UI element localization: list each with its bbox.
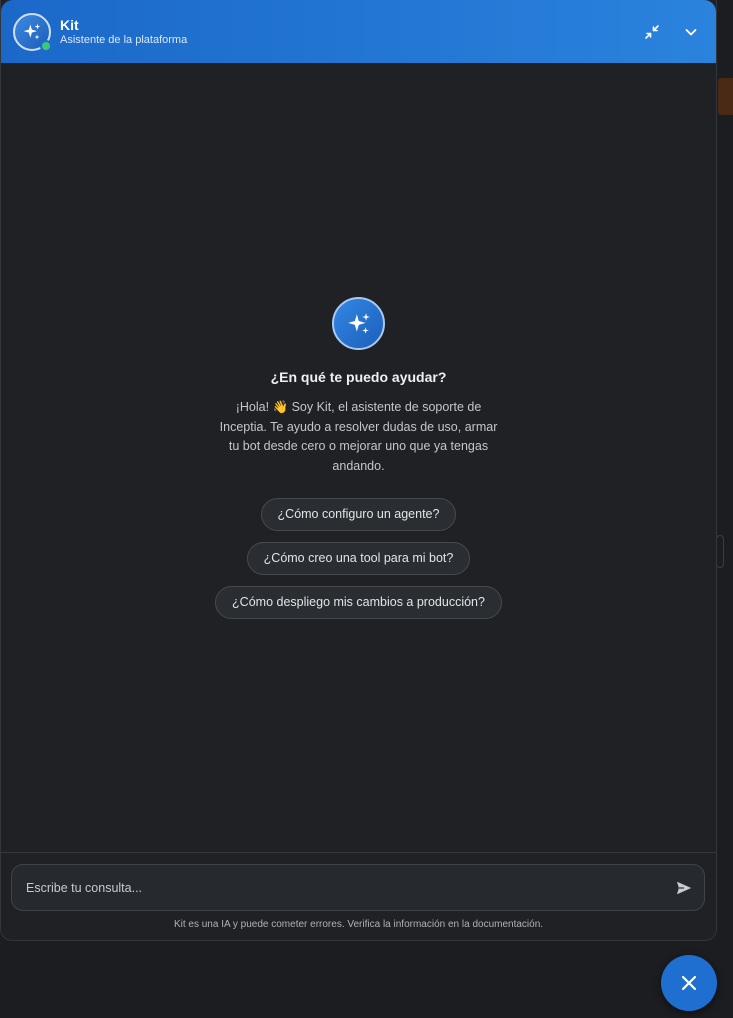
chat-panel: Kit Asistente de la plataforma ¿En qué t… [0, 0, 717, 941]
close-icon [681, 975, 697, 991]
collapse-arrows-icon [645, 25, 659, 39]
chat-composer: Kit es una IA y puede cometer errores. V… [1, 852, 716, 940]
header-title-block: Kit Asistente de la plataforma [60, 17, 187, 47]
chat-header: Kit Asistente de la plataforma [1, 0, 716, 63]
send-icon [677, 881, 691, 894]
background-control-edge [716, 535, 724, 568]
background-panel-edge [718, 78, 733, 115]
close-chat-fab[interactable] [661, 955, 717, 1011]
message-input[interactable] [12, 865, 664, 910]
collapse-chat-button[interactable] [678, 19, 704, 45]
online-status-dot [40, 39, 52, 52]
assistant-subtitle: Asistente de la plataforma [60, 33, 188, 46]
chat-body: ¿En qué te puedo ayudar? ¡Hola! 👋 Soy Ki… [1, 63, 716, 852]
suggestion-chip[interactable]: ¿Cómo creo una tool para mi bot? [246, 542, 471, 575]
assistant-avatar [13, 12, 52, 52]
ai-disclaimer: Kit es una IA y puede cometer errores. V… [173, 919, 544, 930]
minimize-button[interactable] [639, 19, 665, 45]
chevron-down-icon [685, 29, 697, 36]
message-input-wrapper [11, 864, 705, 911]
welcome-heading: ¿En qué te puedo ayudar? [270, 369, 447, 385]
suggestion-chip[interactable]: ¿Cómo configuro un agente? [260, 498, 457, 531]
suggestion-list: ¿Cómo configuro un agente? ¿Cómo creo un… [215, 498, 502, 619]
welcome-intro: ¡Hola! 👋 Soy Kit, el asistente de soport… [219, 400, 498, 473]
assistant-name: Kit [60, 16, 79, 33]
welcome-avatar [332, 297, 385, 350]
sparkles-icon [23, 23, 41, 39]
send-button[interactable] [664, 868, 704, 908]
suggestion-chip[interactable]: ¿Cómo despliego mis cambios a producción… [215, 586, 502, 619]
sparkles-icon [347, 312, 370, 334]
